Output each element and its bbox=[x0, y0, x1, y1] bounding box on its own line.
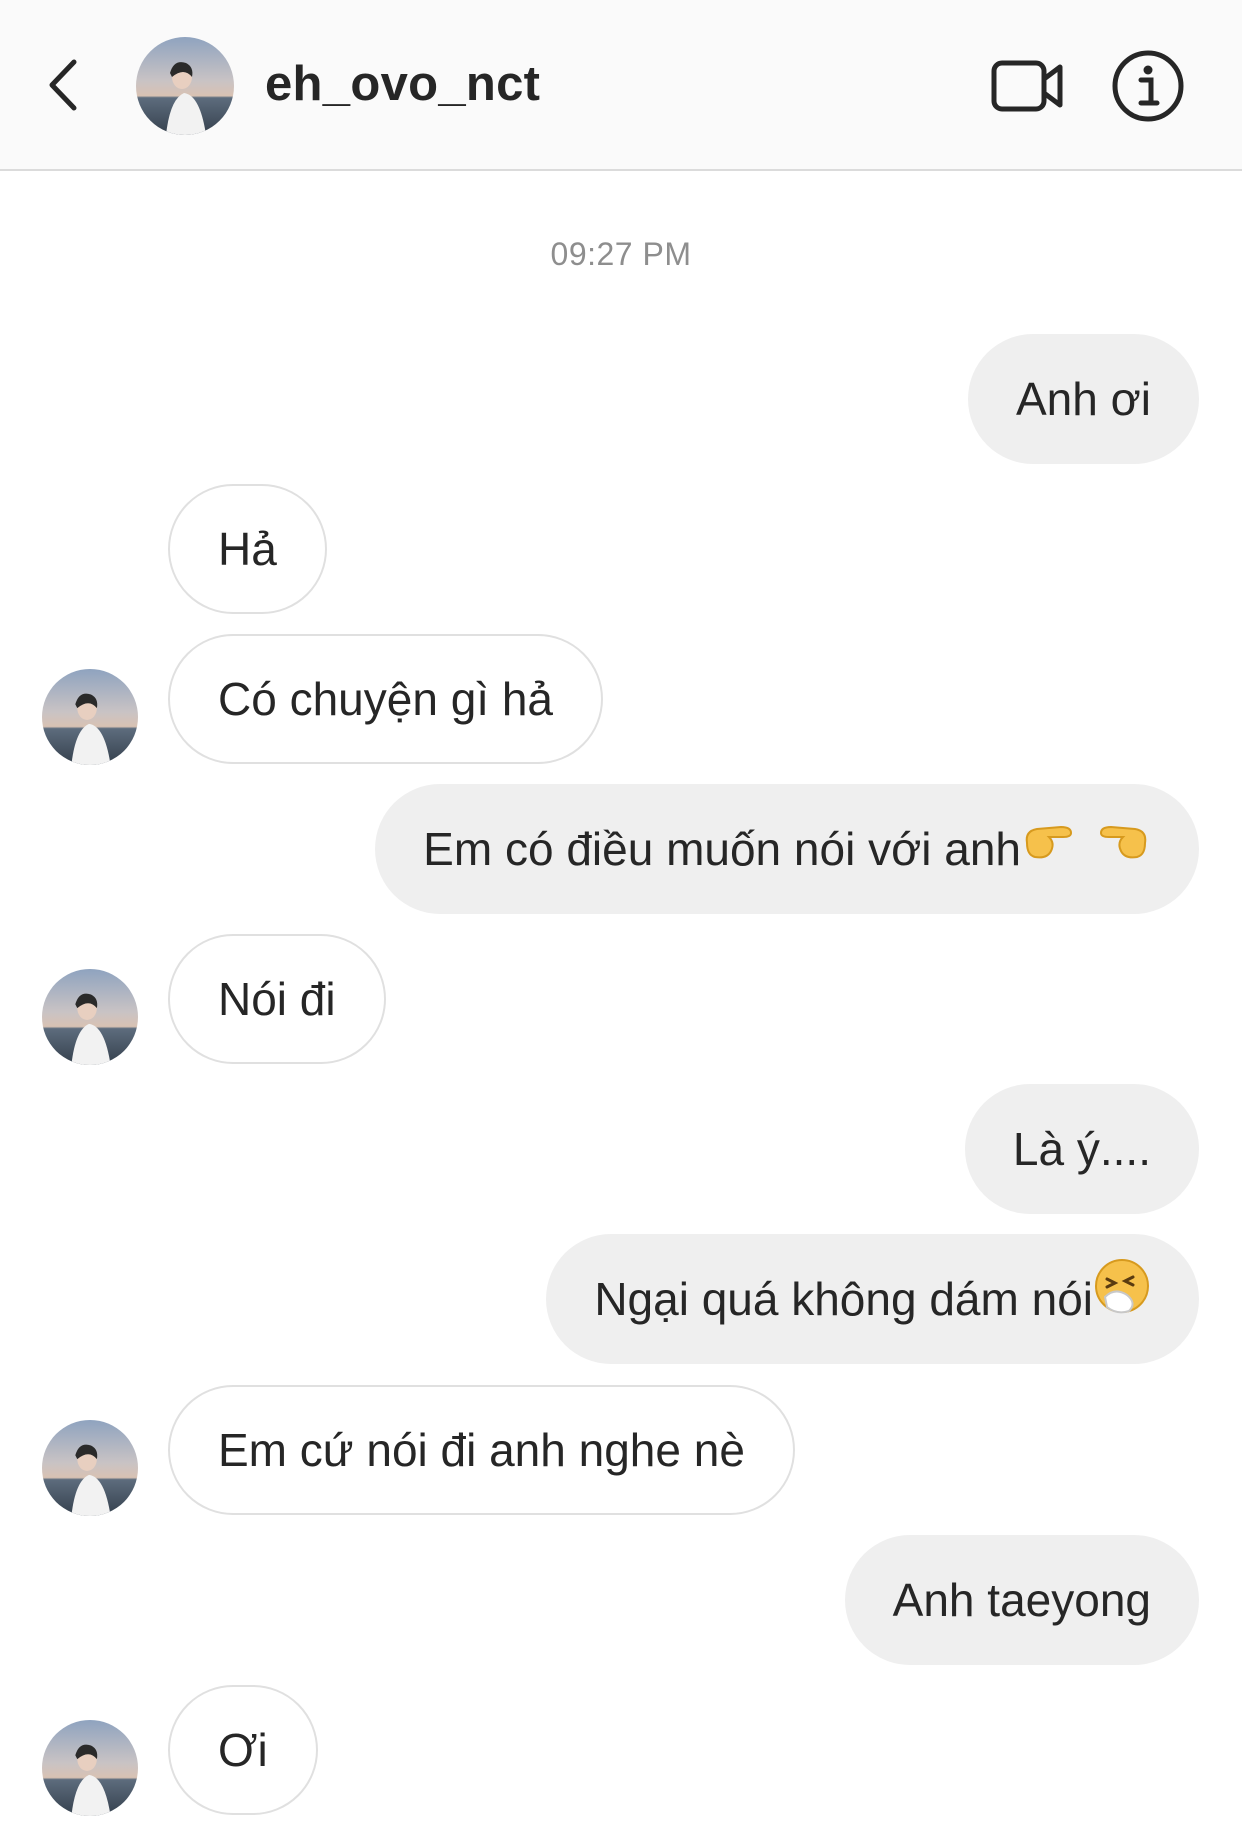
sender-avatar[interactable] bbox=[42, 1720, 138, 1816]
chat-username[interactable]: eh_ovo_nct bbox=[265, 56, 540, 112]
message-text: Anh taeyong bbox=[892, 1574, 1151, 1626]
chat-header: eh_ovo_nct bbox=[0, 0, 1242, 171]
incoming-message[interactable]: Em cứ nói đi anh nghe nè bbox=[168, 1385, 795, 1515]
info-button[interactable] bbox=[1110, 48, 1186, 124]
sender-avatar[interactable] bbox=[42, 669, 138, 765]
message-text: Em cứ nói đi anh nghe nè bbox=[218, 1424, 745, 1476]
sender-avatar[interactable] bbox=[42, 1420, 138, 1516]
sneezing-face-emoji bbox=[1093, 1234, 1151, 1364]
message-text: Em có điều muốn nói với anh bbox=[423, 823, 1021, 875]
outgoing-message[interactable]: Em có điều muốn nói với anh bbox=[375, 784, 1199, 914]
video-camera-icon bbox=[991, 60, 1063, 112]
incoming-message[interactable]: Ơi bbox=[168, 1685, 318, 1815]
header-avatar[interactable] bbox=[136, 37, 234, 135]
chevron-left-icon bbox=[49, 59, 77, 111]
message-text: Có chuyện gì hả bbox=[218, 673, 554, 725]
message-text: Ơi bbox=[218, 1724, 268, 1776]
incoming-message[interactable]: Nói đi bbox=[168, 934, 386, 1064]
message-text: Là ý.... bbox=[1012, 1123, 1151, 1175]
pointing-hands-emoji bbox=[1021, 784, 1151, 914]
message-text: Ngại quá không dám nói bbox=[594, 1273, 1093, 1325]
outgoing-message[interactable]: Là ý.... bbox=[964, 1084, 1199, 1214]
video-call-button[interactable] bbox=[990, 55, 1066, 117]
outgoing-message[interactable]: Anh ơi bbox=[967, 334, 1199, 464]
incoming-message[interactable]: Có chuyện gì hả bbox=[168, 634, 604, 764]
message-text: Hả bbox=[218, 523, 277, 575]
info-circle-icon bbox=[1112, 50, 1184, 122]
sender-avatar[interactable] bbox=[42, 969, 138, 1065]
message-text: Anh ơi bbox=[1015, 373, 1151, 425]
message-timestamp: 09:27 PM bbox=[550, 236, 692, 272]
outgoing-message[interactable]: Anh taeyong bbox=[844, 1535, 1199, 1665]
outgoing-message[interactable]: Ngại quá không dám nói bbox=[546, 1234, 1199, 1364]
incoming-message[interactable]: Hả bbox=[168, 484, 327, 614]
message-text: Nói đi bbox=[218, 973, 336, 1025]
back-button[interactable] bbox=[40, 50, 100, 120]
